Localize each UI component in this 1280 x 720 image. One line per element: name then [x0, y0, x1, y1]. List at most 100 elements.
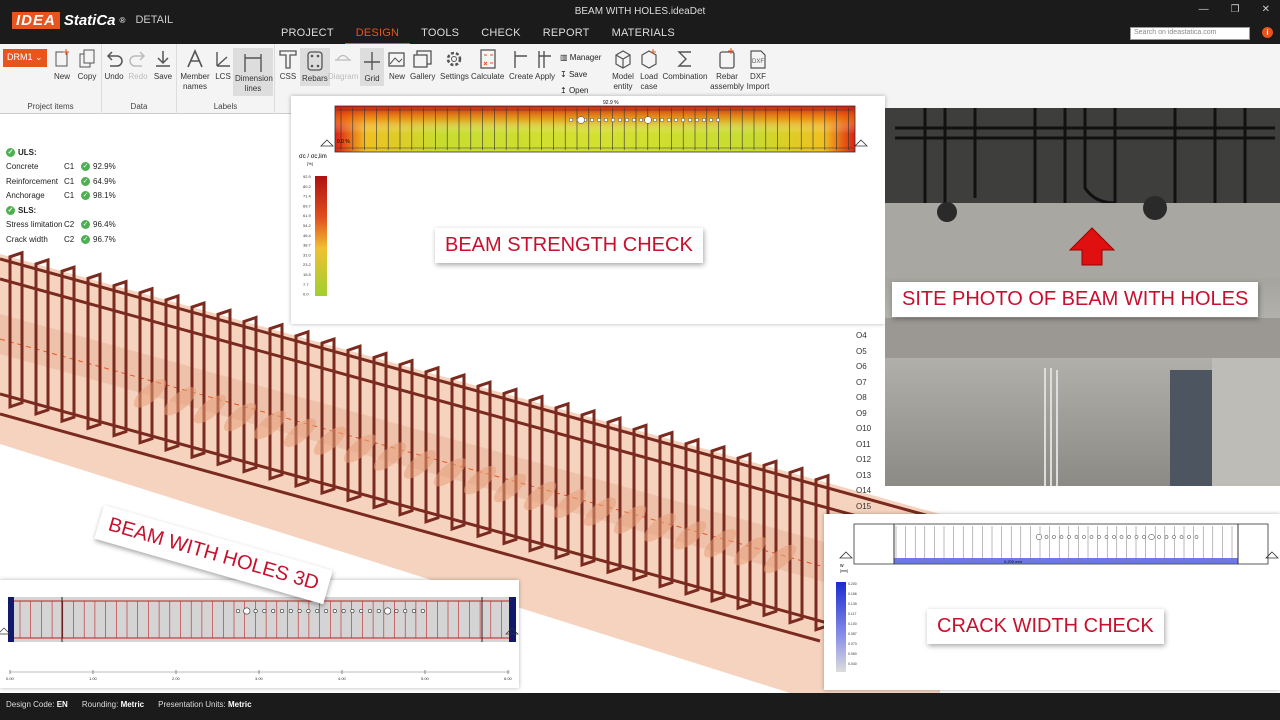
info-icon[interactable]: i: [1262, 27, 1273, 38]
menu-check[interactable]: CHECK: [470, 26, 532, 45]
member-select[interactable]: DRM1 ⌄: [3, 49, 47, 67]
hole: [1097, 535, 1101, 539]
legend-tick-label: 92.9: [303, 174, 312, 179]
group-project-items: DRM1 ⌄ New Copy Project items: [0, 44, 102, 114]
load-case-button[interactable]: Load case: [638, 48, 660, 92]
calculate-button[interactable]: Calculate: [471, 48, 504, 82]
menu-design[interactable]: DESIGN: [344, 26, 411, 45]
diagram-button[interactable]: Diagram: [328, 48, 358, 82]
crack-legend-tick: 0.139: [848, 602, 857, 606]
calculator-icon: [480, 49, 496, 69]
settings-button[interactable]: Settings: [440, 48, 469, 82]
hole: [603, 117, 609, 123]
gallery-icon: [413, 50, 432, 68]
menu-project[interactable]: PROJECT: [270, 26, 345, 45]
rebars-button[interactable]: Rebars: [300, 48, 330, 86]
banner-crack-width: CRACK WIDTH CHECK: [927, 609, 1164, 644]
member-list-item[interactable]: O11: [856, 437, 871, 453]
legend-tick-label: 69.7: [303, 203, 312, 208]
hole: [708, 117, 714, 123]
support-left-icon: [839, 551, 853, 559]
hole: [652, 117, 658, 123]
css-button[interactable]: CSS: [278, 48, 298, 82]
menu-report[interactable]: REPORT: [532, 26, 601, 45]
member-list-item[interactable]: O10: [856, 421, 871, 437]
legend-tick-label: 23.2: [303, 262, 312, 267]
hole: [315, 608, 320, 613]
axis-tick-label: 0.00: [6, 676, 15, 681]
minimize-icon[interactable]: —: [1199, 4, 1209, 15]
crack-legend-tick: 0.060: [848, 652, 857, 656]
hole: [1112, 535, 1116, 539]
hole: [596, 117, 602, 123]
hole: [694, 117, 700, 123]
member-list-item[interactable]: O15: [856, 499, 871, 515]
legend-tick-label: 15.5: [303, 272, 312, 277]
hole: [680, 117, 686, 123]
menu-materials[interactable]: MATERIALS: [601, 26, 686, 45]
model-entity-button[interactable]: Model entity: [611, 48, 635, 92]
member-list-item[interactable]: O14: [856, 483, 871, 499]
undo-button[interactable]: Undo: [104, 48, 124, 82]
max-stress-label: 92.9 %: [603, 100, 619, 106]
rebar-assembly-label: Rebar assembly: [710, 72, 744, 91]
member-list-item[interactable]: O6: [856, 359, 871, 375]
restore-icon[interactable]: ❐: [1231, 4, 1240, 15]
hole-in-beam: [1143, 196, 1167, 220]
template-save-button[interactable]: ↧ Save: [560, 67, 601, 84]
save-button[interactable]: Save: [153, 48, 173, 82]
rebar-assembly-button[interactable]: Rebar assembly: [710, 48, 744, 92]
menu-tools[interactable]: TOOLS: [410, 26, 470, 45]
member-list-item[interactable]: O7: [856, 375, 871, 391]
new-picture-button[interactable]: New: [387, 48, 407, 82]
create-button[interactable]: Create: [509, 48, 533, 82]
lcs-button[interactable]: LCS: [213, 48, 233, 82]
rebar-assembly-icon: [719, 48, 735, 69]
css-label: CSS: [279, 72, 297, 81]
redo-icon: [129, 51, 146, 67]
new-button[interactable]: New: [52, 48, 72, 82]
combination-button[interactable]: Combination: [661, 48, 709, 82]
crack-legend-tick: 0.087: [848, 632, 857, 636]
dimension-lines-label: Dimension lines: [235, 74, 273, 93]
stress-diagram: 92.9 % 0.0 % σc / σc,lim [%] 92.9 80.2 71.…: [299, 100, 868, 297]
dimension-lines-button[interactable]: Dimension lines: [233, 48, 273, 96]
status-bar: Design Code: EN Rounding: Metric Present…: [0, 693, 1280, 720]
search-input[interactable]: Search on ideastatica.com: [1130, 27, 1250, 40]
redo-button[interactable]: Redo: [128, 48, 148, 82]
rounding-value: Metric: [120, 700, 145, 709]
new-label: New: [53, 72, 70, 81]
hole: [1044, 535, 1049, 539]
support-left-icon: [320, 139, 334, 147]
axis-tick-label: 5.00: [421, 676, 430, 681]
stress-field-overlay: [335, 106, 855, 152]
member-list-item[interactable]: O5: [856, 344, 871, 360]
grid-button[interactable]: Grid: [360, 48, 384, 86]
apply-button[interactable]: Apply: [535, 48, 555, 82]
axis-tick-label: 4.00: [338, 676, 347, 681]
close-icon[interactable]: ✕: [1262, 4, 1270, 15]
copy-button[interactable]: Copy: [77, 48, 97, 82]
hole: [666, 117, 672, 123]
member-list-item[interactable]: O4: [856, 328, 871, 344]
banner-strength-check: BEAM STRENGTH CHECK: [435, 228, 703, 263]
rounding: Rounding: Metric: [82, 700, 144, 713]
member-list-item[interactable]: O8: [856, 390, 871, 406]
legend-unit: [%]: [307, 161, 313, 166]
gallery-button[interactable]: Gallery: [410, 48, 435, 82]
load-case-icon: [641, 49, 657, 69]
hole: [236, 608, 241, 613]
axis-tick-label: 3.00: [255, 676, 264, 681]
hole: [1179, 535, 1184, 539]
manager-button[interactable]: ▥ Manager: [560, 50, 601, 67]
save-icon: [156, 51, 170, 67]
crack-legend-tick: 0.117: [848, 612, 857, 616]
member-list-item[interactable]: O13: [856, 468, 871, 484]
window-title: BEAM WITH HOLES.ideaDet: [574, 6, 706, 17]
member-names-button[interactable]: Member names: [179, 48, 211, 92]
member-list-item[interactable]: O9: [856, 406, 871, 422]
dxf-import-button[interactable]: DXF DXF Import: [745, 48, 771, 92]
rebar-icon: [307, 51, 323, 71]
apply-template-icon: [538, 51, 551, 68]
member-list-item[interactable]: O12: [856, 452, 871, 468]
